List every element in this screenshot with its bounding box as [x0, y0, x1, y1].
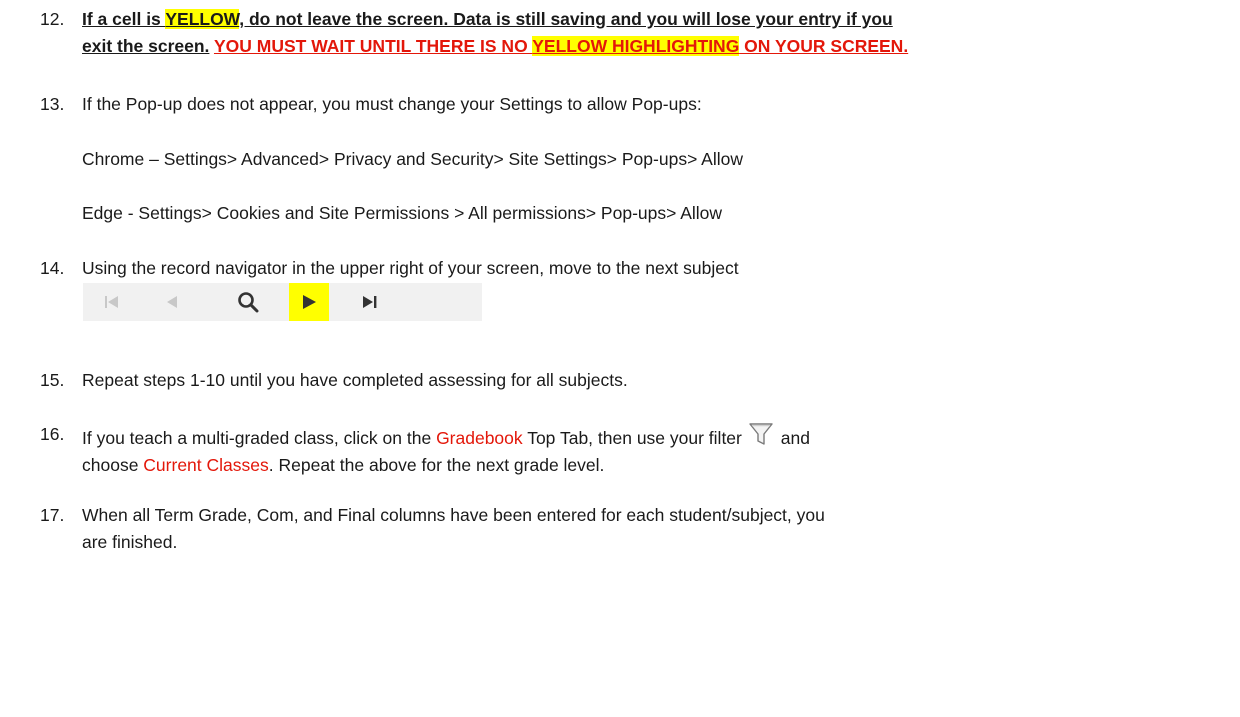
- search-icon: [238, 292, 259, 313]
- first-record-button[interactable]: [83, 283, 141, 321]
- step-17: 17. When all Term Grade, Com, and Final …: [40, 502, 1220, 556]
- step-14: 14. Using the record navigator in the up…: [40, 255, 1220, 282]
- warning-lead: If a cell is YELLOW, do not leave the sc…: [82, 9, 893, 29]
- yellow-highlight: YELLOW: [165, 9, 240, 29]
- step-text: If the Pop-up does not appear, you must …: [82, 94, 702, 114]
- step-text: When all Term Grade, Com, and Final colu…: [82, 505, 825, 552]
- step-text: Using the record navigator in the upper …: [82, 258, 739, 278]
- last-record-button[interactable]: [341, 283, 399, 321]
- step-12: 12. If a cell is YELLOW, do not leave th…: [40, 6, 1220, 60]
- filter-icon: [749, 423, 773, 445]
- last-record-icon: [363, 296, 377, 308]
- first-record-icon: [105, 296, 118, 308]
- step-number: 16.: [40, 424, 65, 444]
- step-text: Repeat steps 1-10 until you have complet…: [82, 370, 628, 390]
- step-number: 14.: [40, 258, 65, 278]
- step-text: If a cell is YELLOW, do not leave the sc…: [82, 9, 909, 56]
- step-number: 13.: [40, 94, 65, 114]
- gradebook-tab-reference: Gradebook: [436, 428, 523, 448]
- step-13: 13. If the Pop-up does not appear, you m…: [40, 91, 1220, 118]
- step-number: 12.: [40, 9, 65, 29]
- step-16: 16. If you teach a multi-graded class, c…: [40, 421, 1220, 479]
- step-number: 15.: [40, 370, 65, 390]
- next-record-icon: [303, 295, 316, 309]
- must-wait-warning: YOU MUST WAIT UNTIL THERE IS NO YELLOW H…: [213, 36, 909, 56]
- step-number: 17.: [40, 505, 65, 525]
- search-record-button[interactable]: [219, 283, 277, 321]
- previous-record-icon: [167, 296, 177, 308]
- step-15: 15. Repeat steps 1-10 until you have com…: [40, 367, 1220, 394]
- current-classes-reference: Current Classes: [143, 455, 269, 475]
- chrome-settings-path: Chrome – Settings> Advanced> Privacy and…: [82, 149, 744, 169]
- record-navigator: [83, 283, 482, 321]
- next-record-button[interactable]: [289, 283, 329, 321]
- previous-record-button[interactable]: [143, 283, 201, 321]
- edge-settings-path: Edge - Settings> Cookies and Site Permis…: [82, 203, 723, 223]
- step-text: If you teach a multi-graded class, click…: [82, 421, 1220, 479]
